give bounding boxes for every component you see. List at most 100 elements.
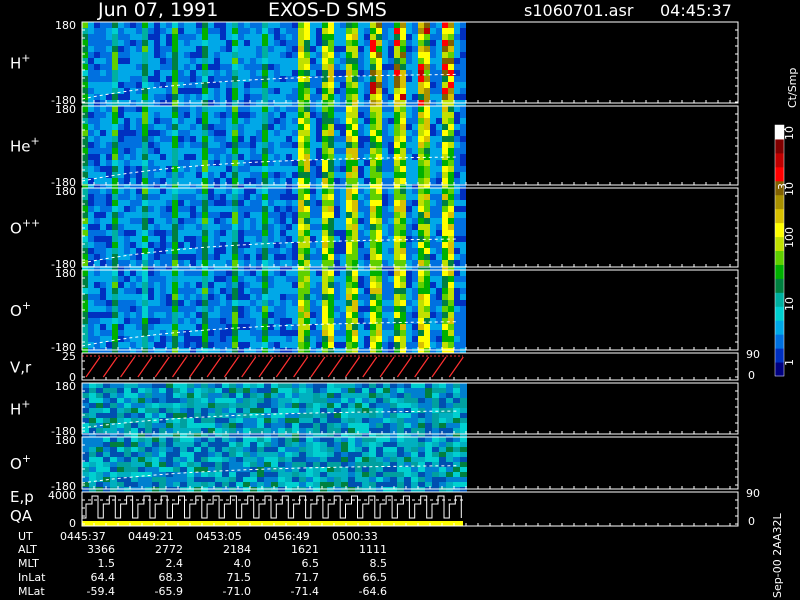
cell (376, 306, 382, 312)
cell (388, 124, 394, 130)
cell (271, 457, 278, 462)
cell (124, 318, 130, 324)
cell (388, 178, 394, 184)
cell (173, 482, 180, 487)
cell (400, 230, 406, 236)
cell (442, 118, 448, 124)
cell (112, 288, 118, 294)
cell (286, 40, 292, 46)
cell (382, 342, 388, 348)
cell (328, 230, 334, 236)
cell (430, 148, 436, 154)
cell (320, 398, 327, 403)
cell (292, 224, 298, 230)
cell (397, 413, 404, 418)
cell (310, 124, 316, 130)
cell (136, 136, 142, 142)
cell (130, 70, 136, 76)
cell (196, 166, 202, 172)
cell (286, 288, 292, 294)
cell (194, 477, 201, 482)
cell (382, 94, 388, 100)
cell (340, 270, 346, 276)
cell (424, 94, 430, 100)
cell (436, 306, 442, 312)
cell (304, 160, 310, 166)
cell (94, 276, 100, 282)
cell (334, 166, 340, 172)
cell (268, 22, 274, 28)
cell (136, 236, 142, 242)
cell (370, 224, 376, 230)
cell (404, 428, 411, 433)
cell (214, 124, 220, 130)
cell (88, 82, 94, 88)
cell (264, 398, 271, 403)
cell (136, 342, 142, 348)
cell (304, 40, 310, 46)
cell (142, 52, 148, 58)
cell (112, 270, 118, 276)
cell (274, 294, 280, 300)
cell (454, 136, 460, 142)
cell (286, 300, 292, 306)
cell (412, 282, 418, 288)
cell (346, 148, 352, 154)
cell (334, 294, 340, 300)
cell (142, 130, 148, 136)
cell (202, 124, 208, 130)
cell (364, 212, 370, 218)
cell (148, 242, 154, 248)
cell (383, 418, 390, 423)
cell (214, 300, 220, 306)
cell (364, 282, 370, 288)
cell (292, 312, 298, 318)
cell (306, 388, 313, 393)
cell (304, 236, 310, 242)
cell (190, 236, 196, 242)
cell (142, 106, 148, 112)
cell (286, 172, 292, 178)
cell (142, 178, 148, 184)
cell (328, 22, 334, 28)
cell (286, 28, 292, 34)
cell (453, 408, 460, 413)
cell (400, 136, 406, 142)
cell (214, 22, 220, 28)
cell (278, 442, 285, 447)
cell (154, 318, 160, 324)
cell (280, 112, 286, 118)
cell (220, 178, 226, 184)
cell (364, 336, 370, 342)
cell (215, 398, 222, 403)
cell (352, 118, 358, 124)
cell (148, 106, 154, 112)
cell (88, 270, 94, 276)
cell (436, 82, 442, 88)
cell (306, 383, 313, 388)
cell (364, 230, 370, 236)
cell (453, 413, 460, 418)
cell (304, 118, 310, 124)
cell (187, 477, 194, 482)
cell (446, 418, 453, 423)
cell (299, 393, 306, 398)
cell (271, 472, 278, 477)
cell (346, 40, 352, 46)
cell (328, 148, 334, 154)
cell (250, 254, 256, 260)
cell (202, 200, 208, 206)
cell (100, 34, 106, 40)
cell (358, 160, 364, 166)
cell (130, 188, 136, 194)
cell (124, 437, 131, 442)
cell (376, 94, 382, 100)
cell (88, 172, 94, 178)
cell (148, 218, 154, 224)
cell (202, 336, 208, 342)
cell (292, 437, 299, 442)
cell (215, 442, 222, 447)
cell (89, 418, 96, 423)
cell (226, 88, 232, 94)
cell (442, 106, 448, 112)
